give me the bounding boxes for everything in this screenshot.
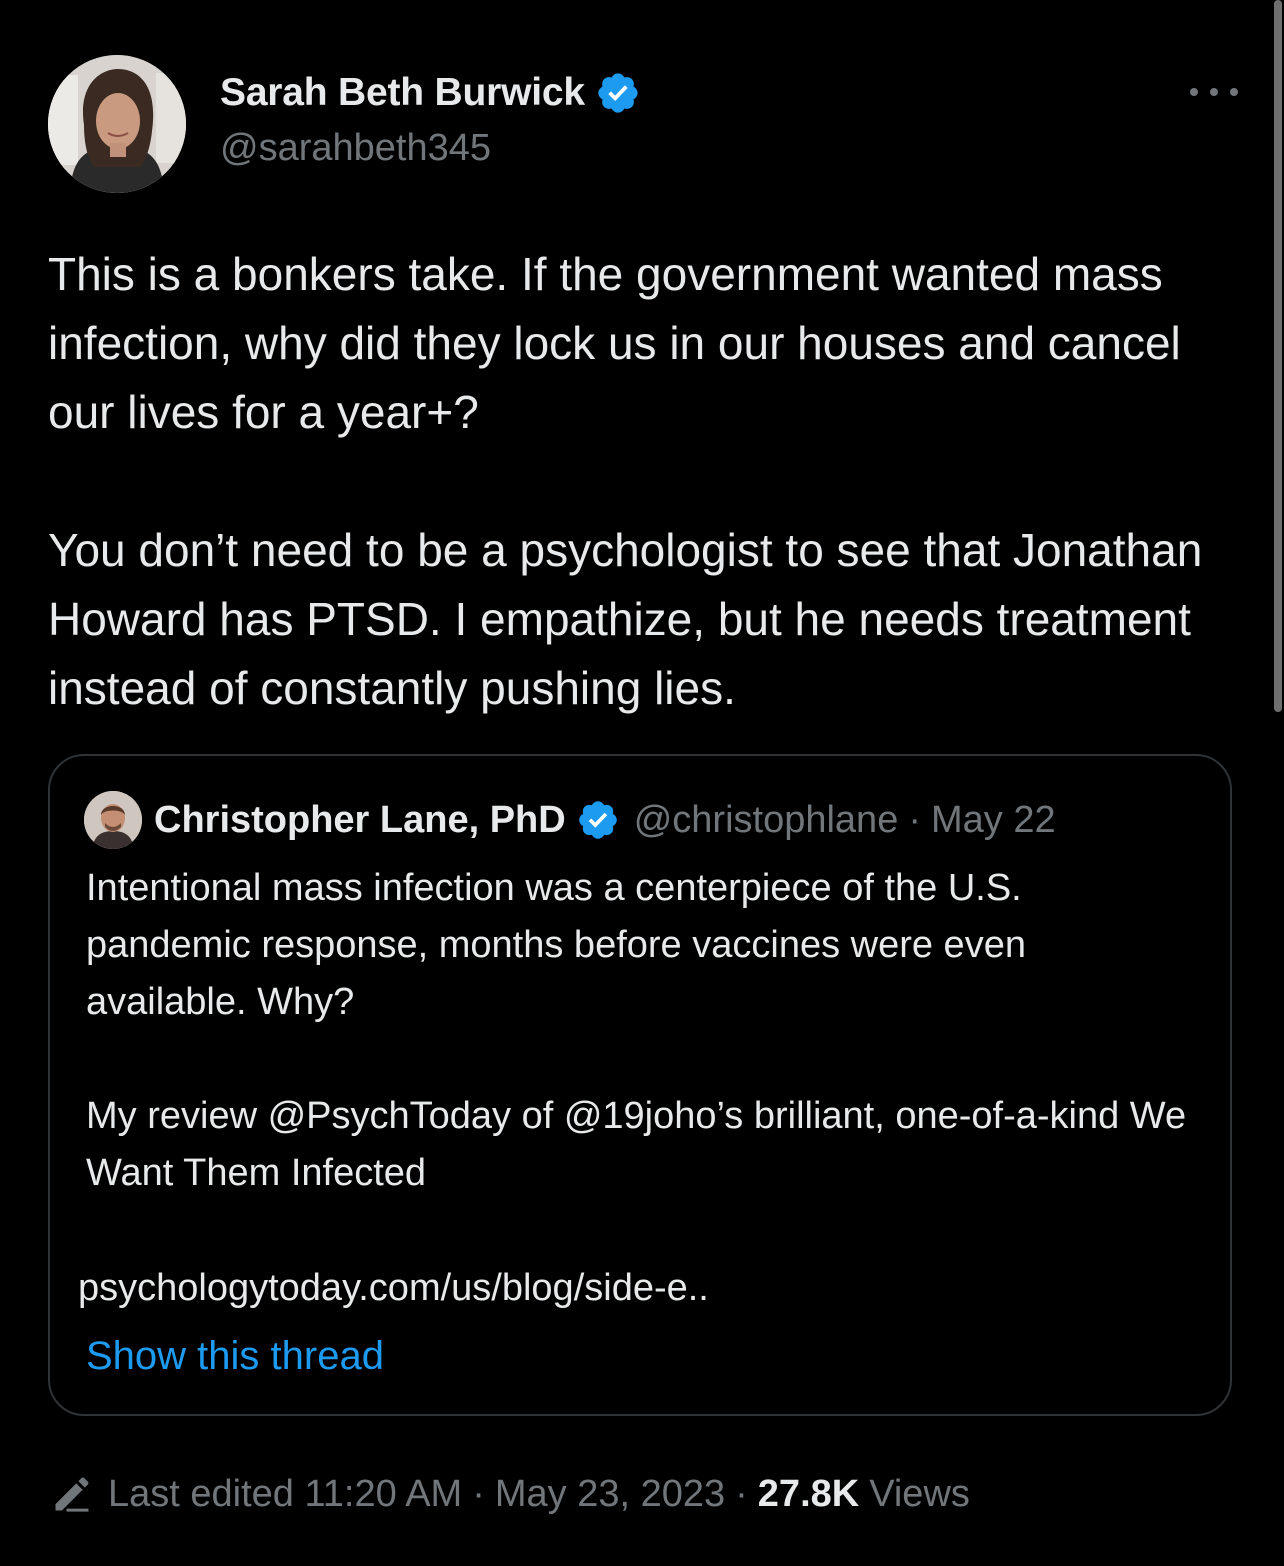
quoted-tweet-date: May 22 [930, 798, 1056, 841]
tweet-paragraph: This is a bonkers take. If the governmen… [48, 248, 1181, 438]
separator: · [472, 1472, 485, 1515]
tweet-date[interactable]: May 23, 2023 [495, 1473, 725, 1516]
separator: · [735, 1472, 748, 1515]
verified-badge-icon [578, 801, 617, 839]
edited-label[interactable]: Last edited 11:20 AM [108, 1473, 462, 1516]
views-label: Views [869, 1472, 970, 1515]
quoted-tweet-header: Christopher Lane, PhD @christophlane · M… [84, 790, 1056, 850]
quoted-tweet-text: Intentional mass infection was a centerp… [86, 860, 1196, 1202]
more-dot [1190, 88, 1198, 96]
more-options-icon[interactable] [1190, 77, 1238, 107]
quoted-author-name: Christopher Lane, PhD [154, 798, 566, 841]
author-display-name[interactable]: Sarah Beth Burwick [220, 71, 585, 115]
quoted-author-avatar [84, 791, 142, 849]
quoted-tweet-paragraph: Intentional mass infection was a centerp… [86, 867, 1026, 1023]
verified-badge-icon [598, 73, 638, 113]
more-dot [1210, 88, 1218, 96]
tweet-paragraph: You don’t need to be a psychologist to s… [48, 524, 1203, 714]
quoted-tweet-card[interactable]: Christopher Lane, PhD @christophlane · M… [48, 754, 1232, 1416]
pencil-icon[interactable] [50, 1472, 94, 1516]
more-dot [1230, 88, 1238, 96]
scrollbar[interactable] [1274, 0, 1282, 712]
quoted-tweet-paragraph: My review @PsychToday of @19joho’s brill… [86, 1095, 1187, 1194]
quoted-tweet-link[interactable]: psychologytoday.com/us/blog/side-e.. [78, 1260, 709, 1317]
tweet-header: Sarah Beth Burwick @sarahbeth345 [48, 55, 1238, 195]
quoted-author-handle: @christophlane [633, 798, 899, 841]
author-name-row: Sarah Beth Burwick [220, 69, 641, 117]
author-handle[interactable]: @sarahbeth345 [220, 127, 491, 170]
show-thread-link[interactable]: Show this thread [86, 1328, 384, 1385]
tweet-text: This is a bonkers take. If the governmen… [48, 240, 1228, 723]
separator: · [908, 798, 921, 841]
tweet-footer: Last edited 11:20 AM · May 23, 2023 · 27… [50, 1466, 970, 1522]
author-avatar[interactable] [48, 55, 186, 193]
views-count[interactable]: 27.8K [758, 1473, 859, 1516]
